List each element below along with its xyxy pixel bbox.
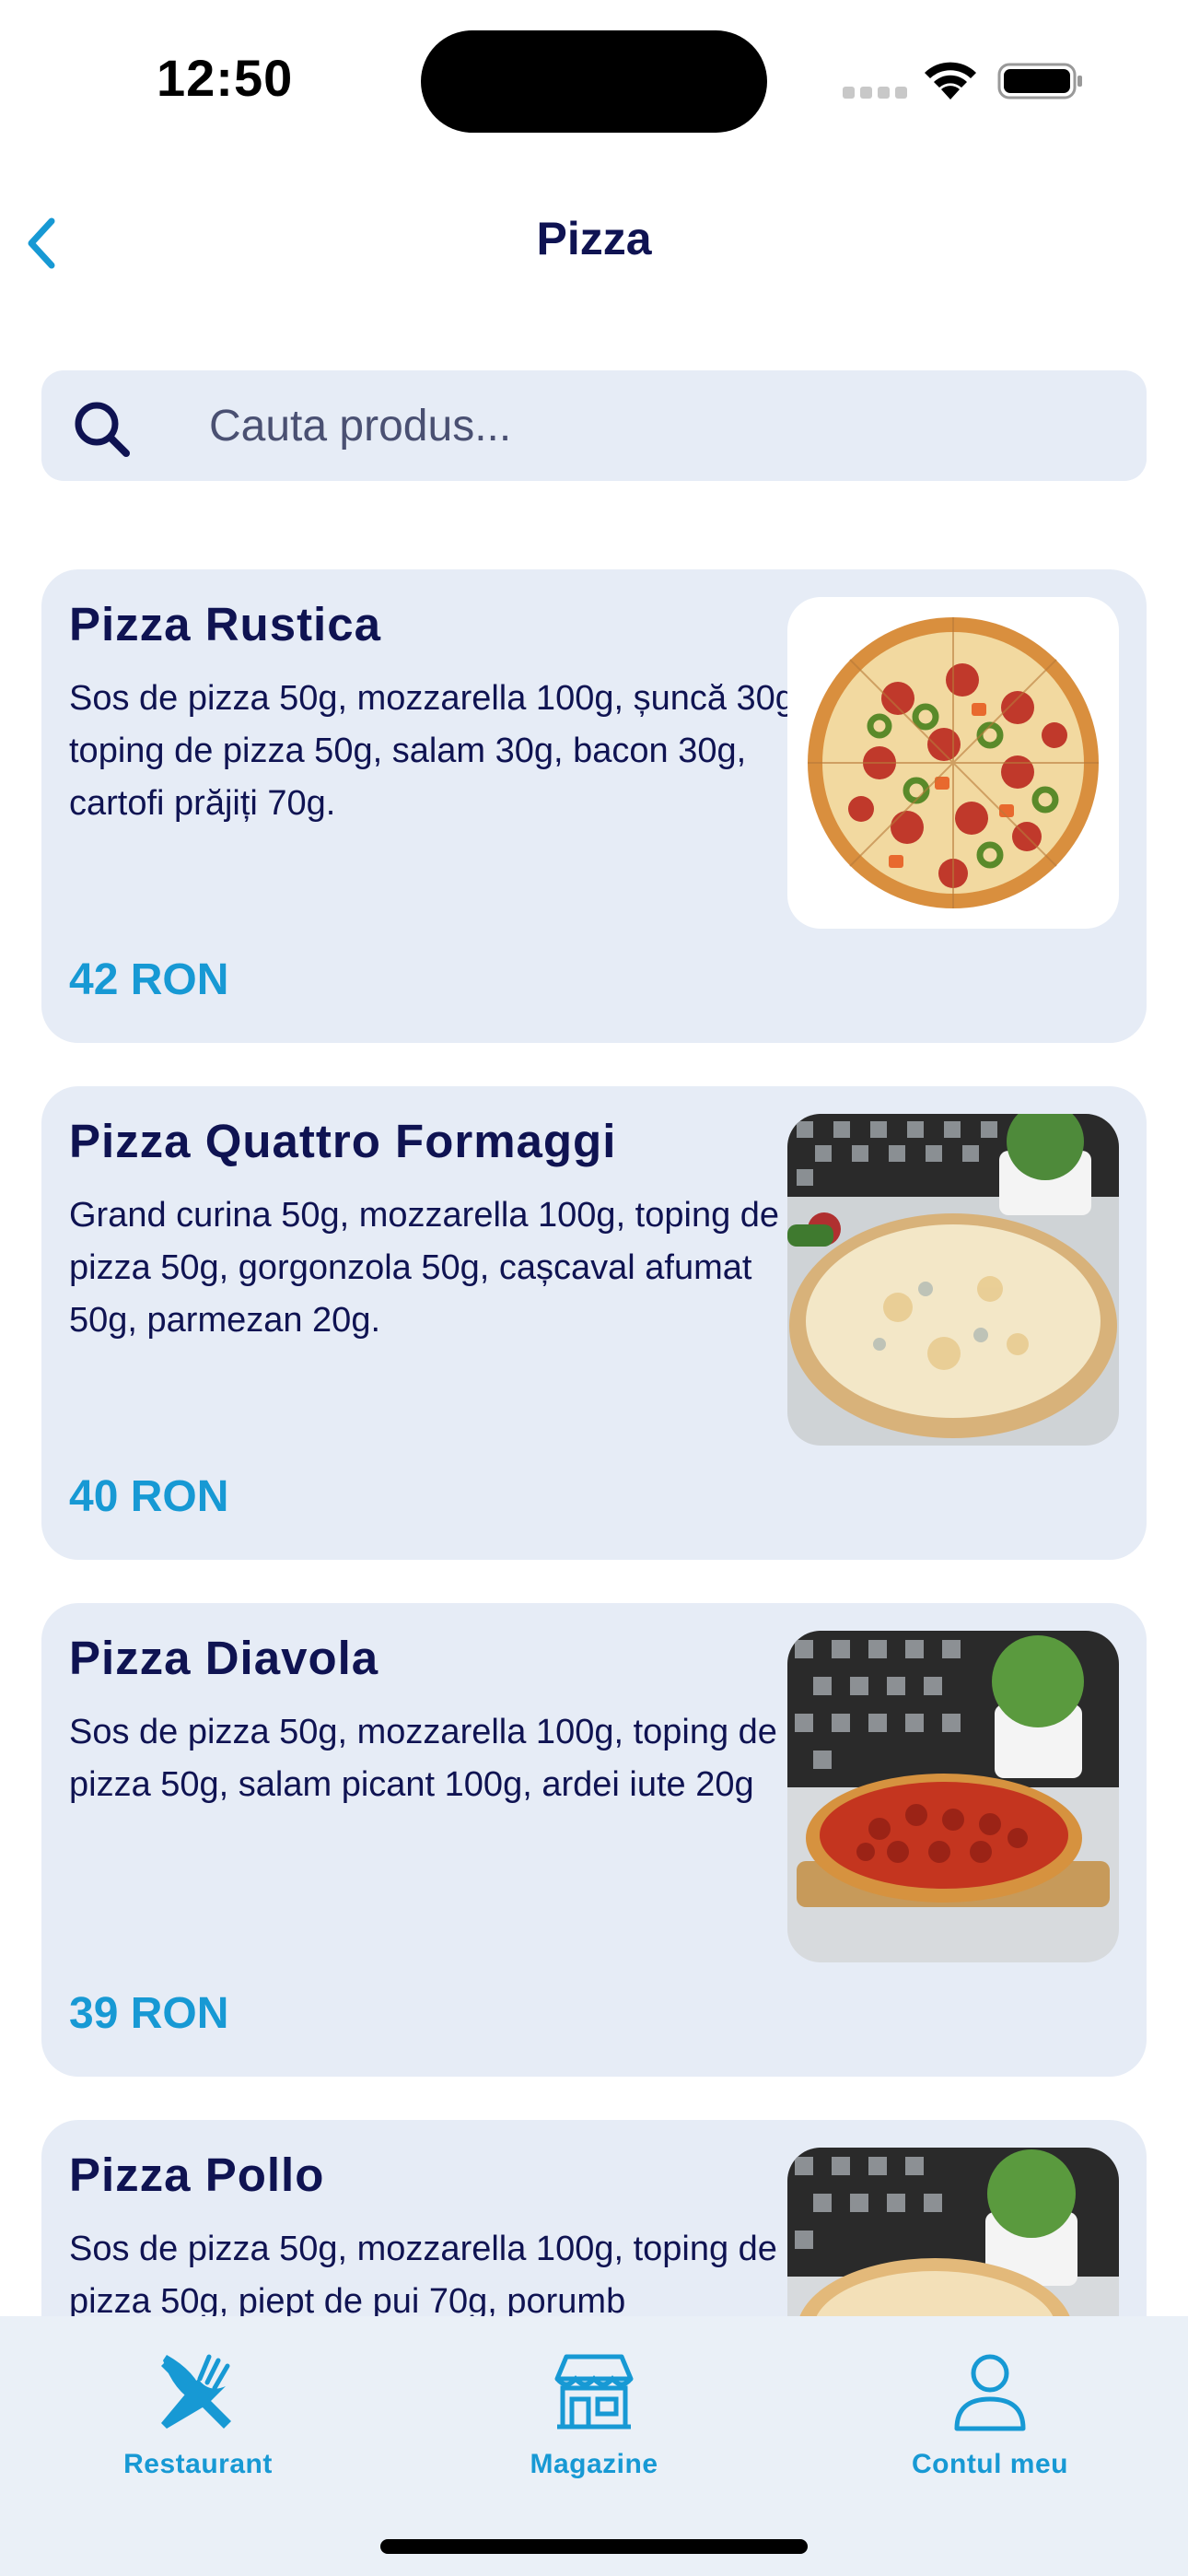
product-description: Grand curina 50g, mozzarella 100g, topin… — [69, 1196, 780, 1340]
status-bar: 12:50 — [0, 0, 1188, 157]
cellular-signal-icon — [843, 87, 907, 99]
tab-label: Contul meu — [912, 2449, 1068, 2479]
product-card[interactable]: Pizza Quattro Formaggi Grand curina 50g,… — [41, 1086, 1147, 1560]
battery-icon — [997, 63, 1082, 100]
user-icon — [954, 2354, 1026, 2431]
tab-bar: Restaurant Magazine Contul meu — [0, 2316, 1188, 2576]
product-name: Pizza Pollo — [69, 2149, 325, 2201]
wifi-icon — [925, 62, 976, 100]
product-name: Pizza Quattro Formaggi — [69, 1115, 617, 1167]
search-input[interactable] — [209, 389, 1112, 463]
tab-label: Magazine — [530, 2449, 658, 2479]
product-card[interactable]: Pizza Diavola Sos de pizza 50g, mozzarel… — [41, 1603, 1147, 2077]
search-icon — [75, 402, 130, 457]
product-price: 39 RON — [69, 1989, 229, 2038]
product-image — [787, 597, 1119, 929]
home-indicator[interactable] — [380, 2539, 808, 2554]
status-time: 12:50 — [157, 49, 294, 107]
product-price: 42 RON — [69, 955, 229, 1004]
product-card[interactable]: Pizza Rustica Sos de pizza 50g, mozzarel… — [41, 569, 1147, 1043]
tab-contul-meu[interactable]: Contul meu — [852, 2336, 1128, 2521]
dynamic-island — [421, 30, 767, 133]
product-description: Sos de pizza 50g, mozzarella 100g, topin… — [69, 2230, 777, 2321]
product-description: Sos de pizza 50g, mozzarella 100g, topin… — [69, 1713, 777, 1804]
store-icon — [554, 2354, 634, 2430]
search-bar[interactable] — [41, 370, 1147, 481]
product-price: 40 RON — [69, 1472, 229, 1521]
product-image — [787, 1631, 1119, 1962]
tab-label: Restaurant — [123, 2449, 273, 2479]
tab-magazine[interactable]: Magazine — [456, 2336, 732, 2521]
product-image — [787, 1114, 1119, 1446]
tab-restaurant[interactable]: Restaurant — [60, 2336, 336, 2521]
product-description: Sos de pizza 50g, mozzarella 100g, șuncă… — [69, 679, 805, 823]
product-name: Pizza Rustica — [69, 598, 381, 650]
product-name: Pizza Diavola — [69, 1632, 379, 1684]
fork-knife-icon — [161, 2354, 231, 2429]
page-title: Pizza — [536, 213, 652, 264]
